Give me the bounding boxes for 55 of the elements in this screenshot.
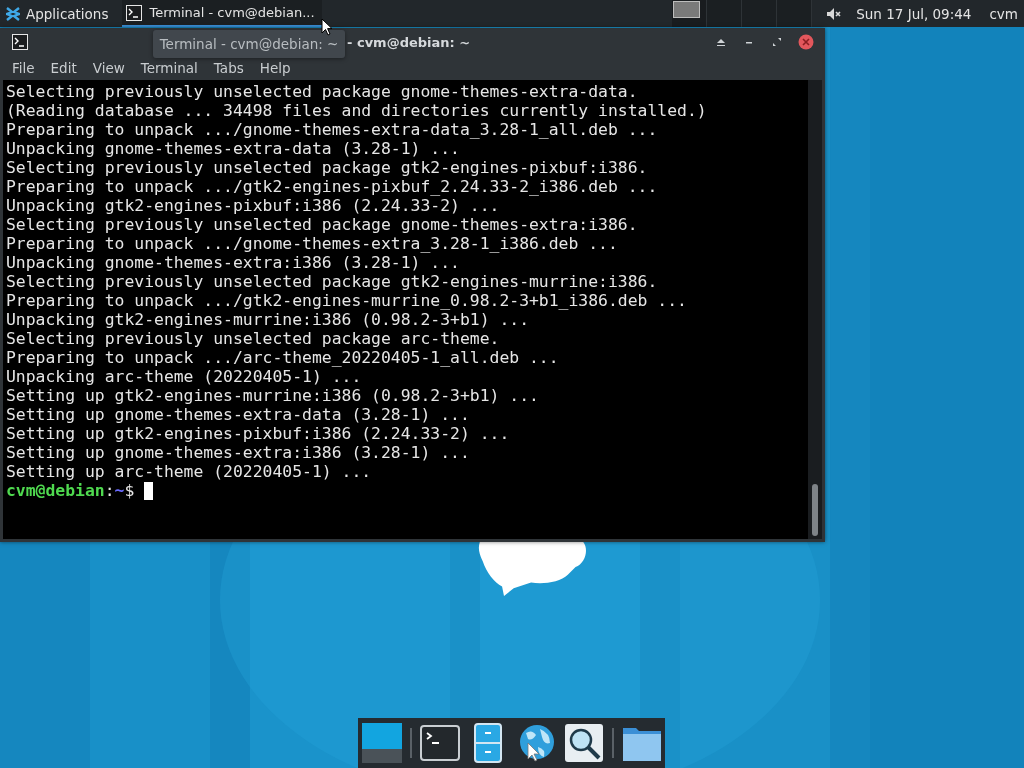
menu-item[interactable]: Help	[251, 60, 299, 76]
terminal-line: Unpacking gnome-themes-extra:i386 (3.28-1) ...	[6, 253, 461, 272]
tooltip: Terminal - cvm@debian: ~	[153, 30, 345, 58]
terminal-line: Unpacking gtk2-engines-pixbuf:i386 (2.24.33-2) ...	[6, 196, 501, 215]
close-icon[interactable]	[798, 34, 814, 50]
terminal-icon	[126, 4, 143, 21]
scrollbar-thumb[interactable]	[812, 484, 818, 536]
workspace-cell[interactable]	[672, 0, 708, 27]
clock[interactable]: Sun 17 Jul, 09:44	[856, 5, 972, 22]
maximize-icon[interactable]	[772, 37, 782, 47]
terminal-line: Preparing to unpack .../gnome-themes-extra_3.28-1_i386.deb ...	[6, 234, 619, 253]
text-cursor	[144, 481, 154, 500]
terminal-line: Setting up gnome-themes-extra:i386 (3.28-1) ...	[6, 443, 471, 462]
terminal-line: (Reading database ... 34498 files and directories currently installed.)	[6, 101, 708, 120]
terminal-icon[interactable]	[420, 723, 460, 763]
window-thumbnail	[673, 1, 701, 18]
search-icon[interactable]	[564, 723, 604, 763]
terminal-line: Preparing to unpack .../gtk2-engines-murrine_0.98.2-3+b1_i386.deb ...	[6, 291, 688, 310]
terminal-line: Selecting previously unselected package arc-theme.	[6, 329, 501, 348]
terminal-line: Selecting previously unselected package gnome-themes-extra-data.	[6, 82, 639, 101]
show-desktop-icon[interactable]	[362, 723, 402, 763]
applications-menu[interactable]: Applications	[0, 0, 117, 27]
terminal-line: Setting up gtk2-engines-murrine:i386 (0.98.2-3+b1) ...	[6, 386, 540, 405]
speaker-muted-icon[interactable]	[826, 6, 843, 21]
xfce-icon	[6, 6, 20, 21]
terminal-line: Unpacking arc-theme (20220405-1) ...	[6, 367, 363, 386]
terminal-line: Setting up arc-theme (20220405-1) ...	[6, 462, 373, 481]
task-title: Terminal - cvm@debian...	[149, 5, 315, 20]
menu-item[interactable]: Terminal	[132, 60, 206, 76]
menu-item[interactable]: View	[84, 60, 133, 76]
scrollbar[interactable]	[808, 80, 822, 539]
terminal-icon	[12, 34, 28, 50]
menu-item[interactable]: Edit	[42, 60, 85, 76]
prompt-user-host: cvm@debian	[6, 481, 105, 500]
terminal-line: Selecting previously unselected package gtk2-engines-murrine:i386.	[6, 272, 659, 291]
terminal-line: Unpacking gtk2-engines-murrine:i386 (0.98.2-3+b1) ...	[6, 310, 530, 329]
terminal-line: Preparing to unpack .../arc-theme_20220405-1_all.deb ...	[6, 348, 560, 367]
terminal-line: Setting up gtk2-engines-pixbuf:i386 (2.24.33-2) ...	[6, 424, 511, 443]
menu-item[interactable]: Tabs	[205, 60, 252, 76]
shade-icon[interactable]	[716, 37, 726, 47]
terminal-line: Setting up gnome-themes-extra-data (3.28-1) ...	[6, 405, 471, 424]
terminal-line: Preparing to unpack .../gtk2-engines-pixbuf_2.24.33-2_i386.deb ...	[6, 177, 659, 196]
window-title: - cvm@debian: ~	[347, 34, 471, 50]
mouse-pointer-icon	[321, 18, 333, 36]
prompt-symbol: $	[124, 481, 135, 500]
terminal-line: Selecting previously unselected package gtk2-engines-pixbuf:i386.	[6, 158, 649, 177]
menu-item[interactable]: File	[4, 60, 43, 76]
prompt-path: ~	[114, 481, 125, 500]
user-name[interactable]: cvm	[989, 5, 1018, 22]
terminal-line: Selecting previously unselected package gnome-themes-extra:i386.	[6, 215, 639, 234]
applications-label: Applications	[26, 5, 109, 22]
task-button[interactable]: Terminal - cvm@debian...	[122, 0, 323, 27]
prompt-separator: :	[104, 481, 115, 500]
terminal-line: Preparing to unpack .../gnome-themes-extra-data_3.28-1_all.deb ...	[6, 120, 659, 139]
terminal-line: Unpacking gnome-themes-extra-data (3.28-1) ...	[6, 139, 461, 158]
